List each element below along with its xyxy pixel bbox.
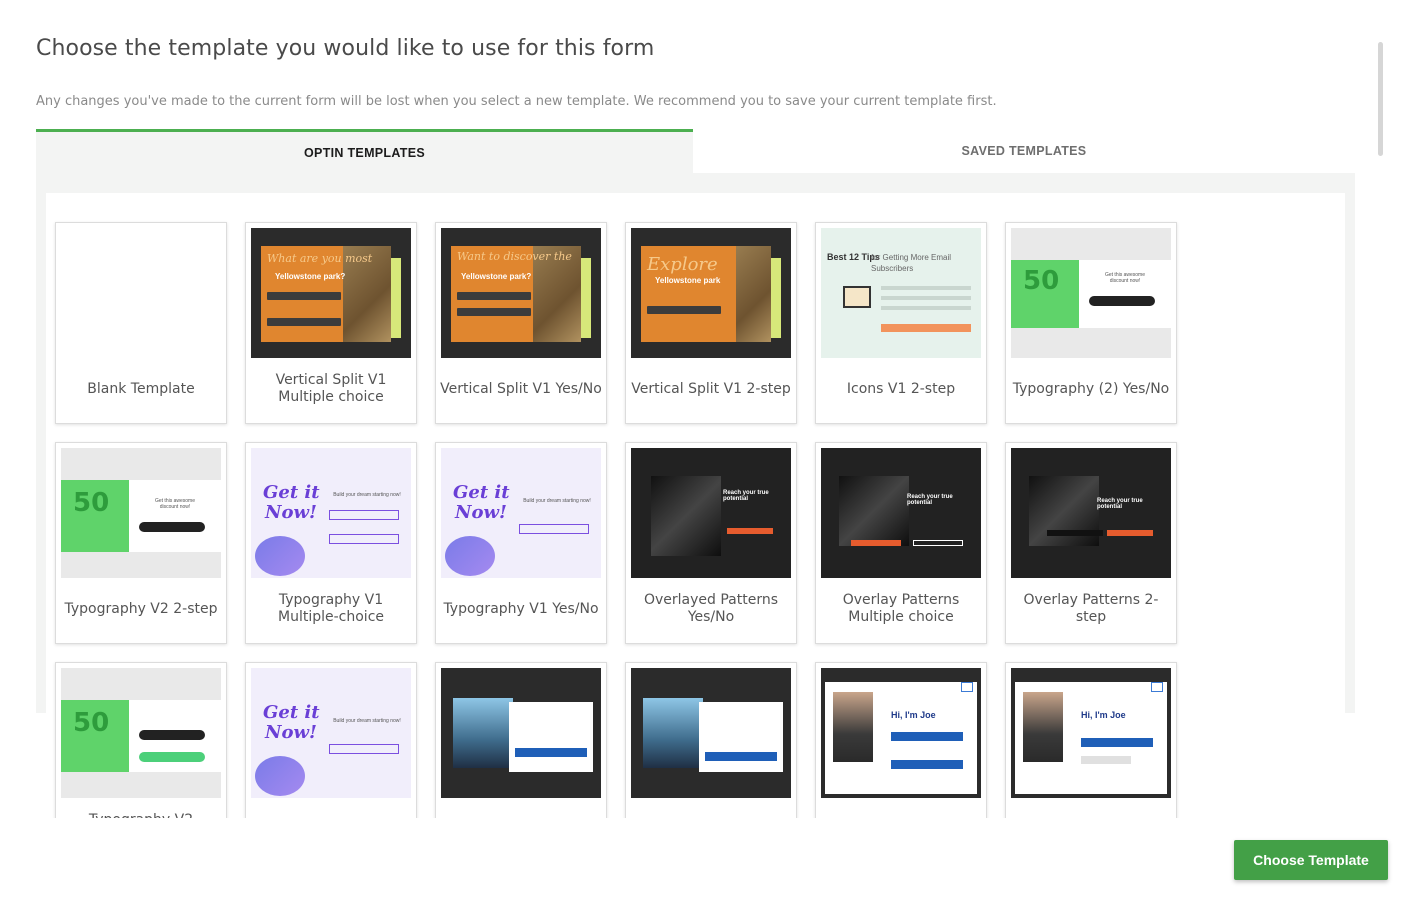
template-thumbnail: Best 12 Tips for Getting More Email Subs… xyxy=(821,228,981,358)
footer-bar xyxy=(0,818,1416,898)
template-card-vertical-split-yes-no[interactable]: Want to discover the Yellowstone park? V… xyxy=(435,222,607,424)
template-card-vertical-split-2-step[interactable]: Explore Yellowstone park Vertical Split … xyxy=(625,222,797,424)
template-card-overlay-patterns-multiple[interactable]: Reach your true potential Overlay Patter… xyxy=(815,442,987,644)
template-thumbnail: Reach your true potential xyxy=(1011,448,1171,578)
template-card-typography-v1-multiple[interactable]: Get it Now! Build your dream starting no… xyxy=(245,442,417,644)
template-label: Vertical Split V1 Yes/No xyxy=(440,380,602,397)
scrollbar[interactable] xyxy=(1378,42,1383,156)
template-thumbnail xyxy=(441,668,601,798)
template-label: Typography V1 Yes/No xyxy=(443,600,599,617)
page-subtitle: Any changes you've made to the current f… xyxy=(36,94,997,109)
template-card-blank[interactable]: Blank Template xyxy=(55,222,227,424)
template-label: Overlay Patterns 2-step xyxy=(1023,592,1159,625)
template-card-icons-2-step[interactable]: Best 12 Tips for Getting More Email Subs… xyxy=(815,222,987,424)
template-thumbnail: 50 Get this awesome discount now! xyxy=(61,448,221,578)
template-thumbnail: Reach your true potential xyxy=(821,448,981,578)
template-thumbnail: Get it Now! Build your dream starting no… xyxy=(251,668,411,798)
template-label: Overlay Patterns Multiple choice xyxy=(842,592,960,625)
template-label: Typography (2) Yes/No xyxy=(1012,380,1170,397)
choose-template-button[interactable]: Choose Template xyxy=(1234,840,1388,880)
template-label: Icons V1 2-step xyxy=(846,380,956,397)
template-thumbnail: Want to discover the Yellowstone park? xyxy=(441,228,601,358)
template-card-typography-v2-2-step[interactable]: 50 Get this awesome discount now! Typogr… xyxy=(55,442,227,644)
template-label: Typography V1 Multiple-choice xyxy=(278,592,384,625)
template-thumbnail: What are you most Yellowstone park? xyxy=(251,228,411,358)
template-card-overlay-patterns-2-step[interactable]: Reach your true potential Overlay Patter… xyxy=(1005,442,1177,644)
template-thumbnail: Hi, I'm Joe xyxy=(1011,668,1171,798)
template-thumbnail xyxy=(61,228,221,358)
template-tabs: OPTIN TEMPLATES SAVED TEMPLATES xyxy=(36,129,1355,173)
template-thumbnail: Explore Yellowstone park xyxy=(631,228,791,358)
template-thumbnail xyxy=(631,668,791,798)
template-card-typography-v1-yes-no[interactable]: Get it Now! Build your dream starting no… xyxy=(435,442,607,644)
template-thumbnail: Get it Now! Build your dream starting no… xyxy=(441,448,601,578)
template-card-vertical-split-multiple[interactable]: What are you most Yellowstone park? Vert… xyxy=(245,222,417,424)
template-thumbnail: Reach your true potential xyxy=(631,448,791,578)
template-label: Blank Template xyxy=(87,380,195,397)
template-label: Overlayed Patterns Yes/No xyxy=(643,592,779,625)
page-title: Choose the template you would like to us… xyxy=(36,36,655,61)
template-thumbnail: Hi, I'm Joe xyxy=(821,668,981,798)
template-label: Vertical Split V1 2-step xyxy=(631,380,791,397)
template-thumbnail: Get it Now! Build your dream starting no… xyxy=(251,448,411,578)
tab-optin-templates[interactable]: OPTIN TEMPLATES xyxy=(36,129,693,173)
template-label: Vertical Split V1 Multiple choice xyxy=(275,372,387,405)
tab-saved-templates[interactable]: SAVED TEMPLATES xyxy=(693,129,1355,173)
template-card-typography-2-yes-no[interactable]: 50 Get this awesome discount now! Typogr… xyxy=(1005,222,1177,424)
template-label: Typography V2 2-step xyxy=(64,600,218,617)
template-thumbnail: 50 xyxy=(61,668,221,798)
template-card-overlayed-patterns-yes-no[interactable]: Reach your true potential Overlayed Patt… xyxy=(625,442,797,644)
template-thumbnail: 50 Get this awesome discount now! xyxy=(1011,228,1171,358)
